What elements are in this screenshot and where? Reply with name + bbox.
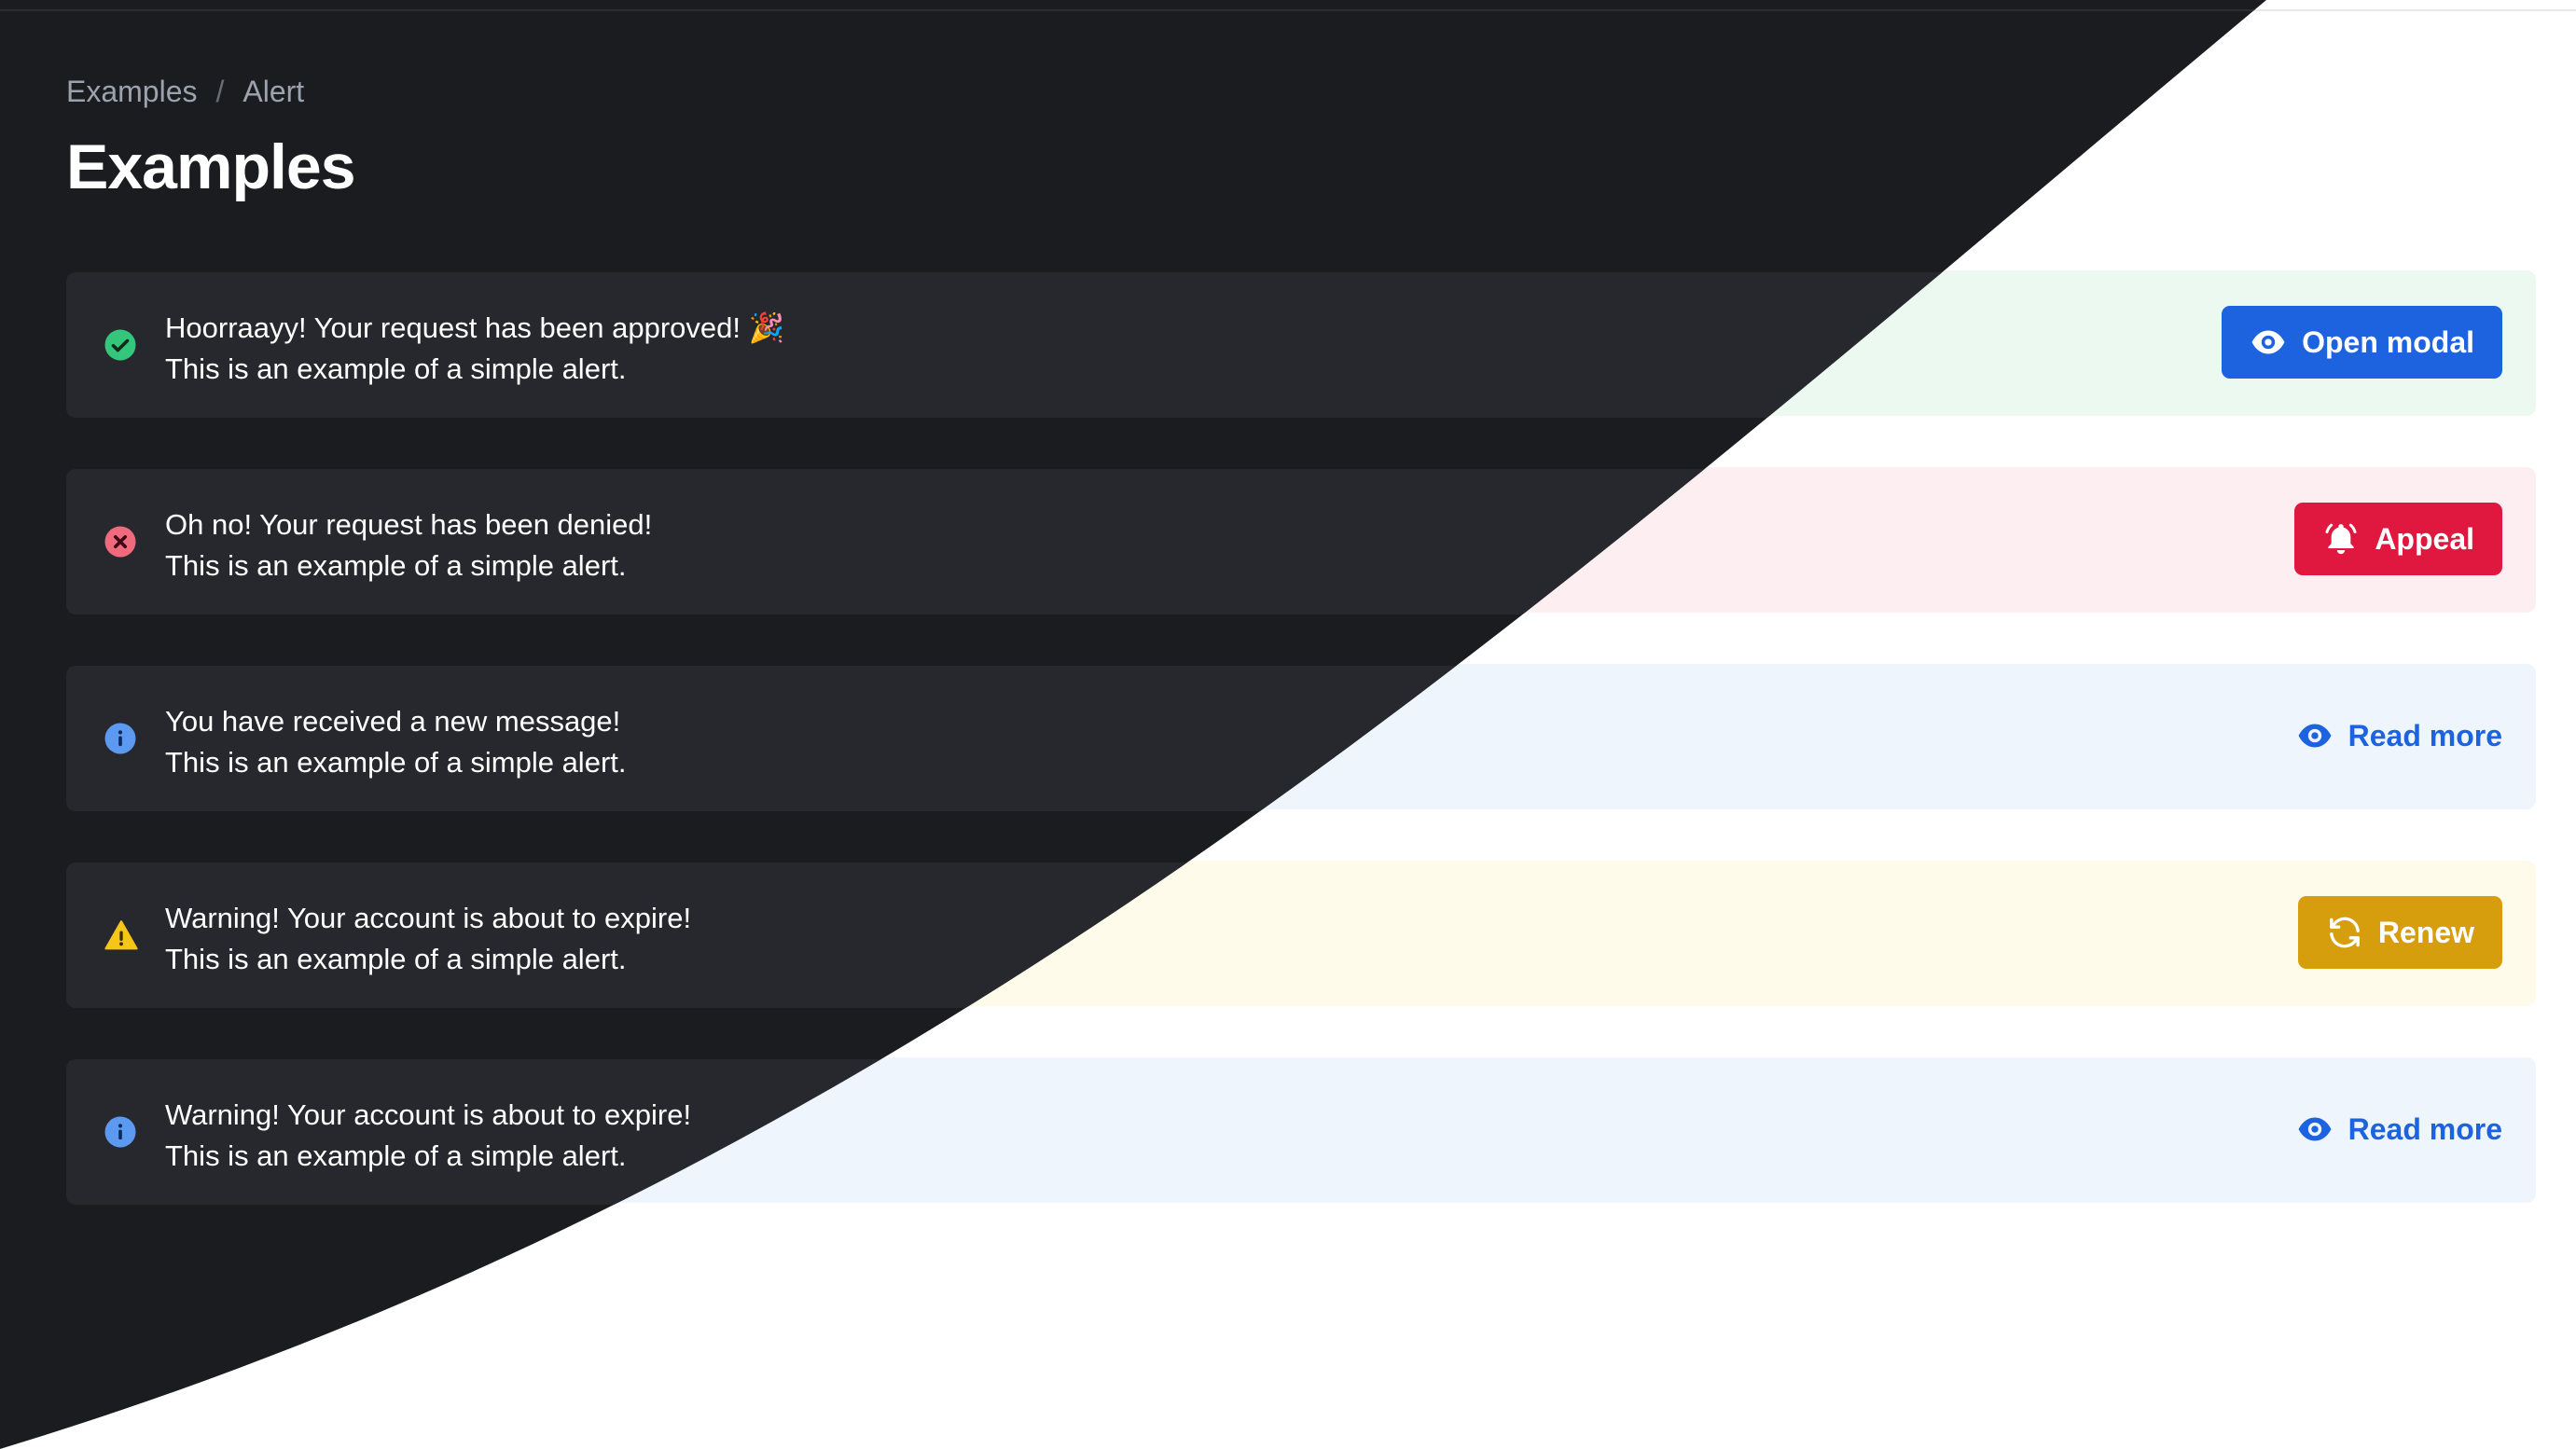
alert-description: This is an example of a simple alert.	[165, 943, 627, 975]
open-modal-button[interactable]: Open modal	[2222, 306, 2502, 379]
read-more-button[interactable]: Read more	[2296, 1093, 2502, 1166]
alert-title: Warning! Your account is about to expire…	[165, 1098, 692, 1131]
bell-icon	[2322, 520, 2360, 558]
button-label: Open modal	[2302, 324, 2474, 359]
breadcrumb: Examples / Alert	[66, 75, 304, 109]
page-title: Examples	[66, 131, 355, 202]
button-label: Appeal	[2375, 521, 2474, 556]
top-bar	[0, 0, 2576, 11]
alert-title: Warning! Your account is about to expire…	[165, 902, 692, 934]
breadcrumb-separator: /	[215, 75, 225, 108]
eye-icon	[2296, 1111, 2334, 1148]
alert-description: This is an example of a simple alert.	[165, 549, 627, 582]
check-circle-icon	[104, 328, 137, 362]
x-circle-icon	[104, 525, 137, 559]
alert-description: This is an example of a simple alert.	[165, 352, 627, 385]
refresh-icon	[2326, 914, 2363, 951]
breadcrumb-item-examples[interactable]: Examples	[66, 75, 198, 109]
info-circle-icon	[104, 1115, 137, 1149]
button-label: Renew	[2377, 915, 2474, 949]
eye-icon	[2296, 717, 2334, 754]
alert-title: Oh no! Your request has been denied!	[165, 508, 653, 541]
renew-button[interactable]: Renew	[2297, 896, 2502, 969]
warning-triangle-icon	[104, 918, 137, 952]
alert-title: You have received a new message!	[165, 705, 621, 738]
info-circle-icon	[104, 722, 137, 755]
alert-description: This is an example of a simple alert.	[165, 1139, 627, 1172]
alert-title: Hoorraayy! Your request has been approve…	[165, 311, 785, 344]
button-label: Read more	[2347, 718, 2502, 752]
eye-icon	[2250, 324, 2287, 361]
read-more-button[interactable]: Read more	[2296, 699, 2502, 772]
button-label: Read more	[2347, 1111, 2502, 1146]
alert-description: This is an example of a simple alert.	[165, 746, 627, 779]
breadcrumb-item-alert: Alert	[242, 75, 305, 108]
appeal-button[interactable]: Appeal	[2294, 503, 2502, 575]
